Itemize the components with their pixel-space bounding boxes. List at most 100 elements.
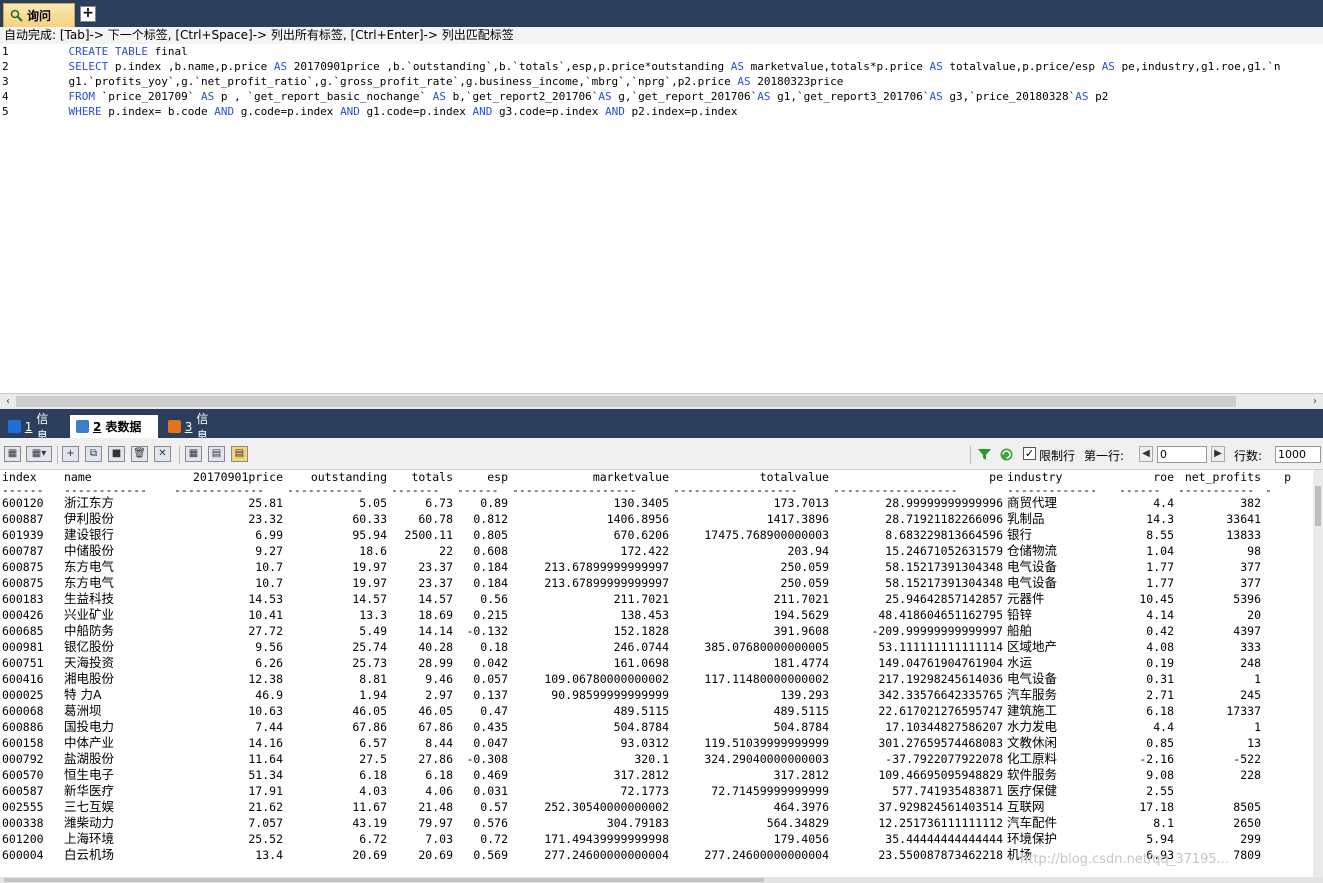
table-row[interactable]: 600068 葛洲坝 10.63 46.05 46.05 0.47 489.5115 489.… (0, 703, 1293, 719)
table-row[interactable]: 002555 三七互娱 21.62 11.67 21.48 0.57 252.3054000… (0, 799, 1293, 815)
table-cell[interactable]: 504.8784 (510, 719, 671, 735)
table-cell[interactable]: 27.72 (172, 623, 285, 639)
table-cell[interactable]: 27.5 (285, 751, 389, 767)
table-cell[interactable]: 0.047 (455, 735, 510, 751)
table-cell[interactable]: 246.0744 (510, 639, 671, 655)
table-cell[interactable]: 1 (1176, 671, 1263, 687)
tab-result-2[interactable]: 2 表数据 (70, 415, 158, 438)
table-cell[interactable]: 6.57 (285, 735, 389, 751)
grid-vertical-scrollbar[interactable] (1313, 470, 1323, 877)
table-cell[interactable]: 0.569 (455, 847, 510, 863)
table-cell[interactable]: 17.10344827586207 (831, 719, 1005, 735)
table-cell[interactable]: 0.805 (455, 527, 510, 543)
table-cell[interactable]: 水力发电 (1005, 719, 1117, 735)
table-cell[interactable]: 600587 (0, 783, 62, 799)
table-cell[interactable]: 72.1773 (510, 783, 671, 799)
table-cell[interactable]: 377 (1176, 559, 1263, 575)
table-cell[interactable]: 20.69 (285, 847, 389, 863)
scroll-thumb[interactable] (1315, 486, 1321, 526)
table-cell[interactable]: 35.44444444444444 (831, 831, 1005, 847)
table-cell[interactable]: 19.97 (285, 559, 389, 575)
table-cell[interactable]: 109.46695095948829 (831, 767, 1005, 783)
column-header[interactable]: pe (831, 470, 1005, 485)
table-cell[interactable]: 0.184 (455, 575, 510, 591)
table-cell[interactable]: 9.46 (389, 671, 455, 687)
code-line[interactable]: 3 g1.`profits_yoy`,g.`net_profit_ratio`,… (0, 74, 843, 89)
table-cell[interactable]: 商贸代理 (1005, 495, 1117, 511)
table-cell[interactable]: 250.059 (671, 559, 831, 575)
table-cell[interactable]: 250.059 (671, 575, 831, 591)
tab-result-3[interactable]: 3 信息 (162, 412, 226, 443)
table-cell[interactable]: 179.4056 (671, 831, 831, 847)
table-cell[interactable]: 14.53 (172, 591, 285, 607)
table-cell[interactable]: 新华医疗 (62, 783, 172, 799)
table-cell[interactable]: -522 (1176, 751, 1263, 767)
table-cell[interactable]: 93.0312 (510, 735, 671, 751)
table-cell[interactable]: 中船防务 (62, 623, 172, 639)
table-row[interactable]: 600787 中储股份 9.27 18.6 22 0.608 172.422 203.94 15… (0, 543, 1293, 559)
table-cell[interactable]: 228 (1176, 767, 1263, 783)
table-cell[interactable]: 0.057 (455, 671, 510, 687)
table-cell[interactable]: 4397 (1176, 623, 1263, 639)
table-cell[interactable]: 湘电股份 (62, 671, 172, 687)
code-line[interactable]: 1 CREATE TABLE final (0, 44, 188, 59)
table-cell[interactable]: 000025 (0, 687, 62, 703)
table-cell[interactable]: 13.3 (285, 607, 389, 623)
result-grid[interactable]: index name 20170901price outstanding totals e… (0, 470, 1313, 877)
table-cell[interactable]: 1.77 (1117, 559, 1176, 575)
table-cell[interactable]: 28.99 (389, 655, 455, 671)
save-icon[interactable]: ■ (108, 446, 125, 462)
table-cell[interactable]: 汽车服务 (1005, 687, 1117, 703)
table-cell[interactable]: 14.3 (1117, 511, 1176, 527)
table-cell[interactable]: 600416 (0, 671, 62, 687)
table-cell[interactable]: 0.18 (455, 639, 510, 655)
table-cell[interactable]: 17475.768900000003 (671, 527, 831, 543)
table-cell[interactable]: 194.5629 (671, 607, 831, 623)
column-header[interactable]: index (0, 470, 62, 485)
table-cell[interactable]: 0.57 (455, 799, 510, 815)
table-cell[interactable]: 149.04761904761904 (831, 655, 1005, 671)
table-cell[interactable]: 152.1828 (510, 623, 671, 639)
table-cell[interactable]: 0.137 (455, 687, 510, 703)
table-cell[interactable]: 301.27659574468083 (831, 735, 1005, 751)
table-cell[interactable]: 22.617021276595747 (831, 703, 1005, 719)
table-cell[interactable]: 600183 (0, 591, 62, 607)
table-cell[interactable]: 5.94 (1117, 831, 1176, 847)
table-cell[interactable]: 53.111111111111114 (831, 639, 1005, 655)
table-cell[interactable]: 6.18 (285, 767, 389, 783)
table-cell[interactable]: 14.57 (285, 591, 389, 607)
table-cell[interactable]: 0.31 (1117, 671, 1176, 687)
table-cell[interactable]: 23.550087873462218 (831, 847, 1005, 863)
table-cell[interactable]: 6.73 (389, 495, 455, 511)
table-cell[interactable]: 0.576 (455, 815, 510, 831)
delete-icon[interactable]: 🗑 (131, 446, 148, 462)
duplicate-row-icon[interactable]: ⧉ (85, 446, 102, 462)
table-row[interactable]: 000792 盐湖股份 11.64 27.5 27.86 -0.308 320.1 324.2… (0, 751, 1293, 767)
first-row-input[interactable] (1157, 446, 1207, 463)
table-cell[interactable]: 23.32 (172, 511, 285, 527)
table-cell[interactable]: 13.4 (172, 847, 285, 863)
table-cell[interactable]: 601200 (0, 831, 62, 847)
table-row[interactable]: 600120 浙江东方 25.81 5.05 6.73 0.89 130.3405 173.7… (0, 495, 1293, 511)
table-cell[interactable]: 5.05 (285, 495, 389, 511)
table-row[interactable]: 601200 上海环境 25.52 6.72 7.03 0.72 171.494399999… (0, 831, 1293, 847)
table-cell[interactable] (1176, 783, 1263, 799)
table-cell[interactable]: 医疗保健 (1005, 783, 1117, 799)
table-row[interactable]: 600751 天海投资 6.26 25.73 28.99 0.042 161.0698 181… (0, 655, 1293, 671)
table-cell[interactable]: 600787 (0, 543, 62, 559)
table-cell[interactable]: 15.24671052631579 (831, 543, 1005, 559)
column-header[interactable]: industry (1005, 470, 1117, 485)
table-cell[interactable]: 25.73 (285, 655, 389, 671)
table-cell[interactable]: 600886 (0, 719, 62, 735)
table-cell[interactable]: 8.1 (1117, 815, 1176, 831)
table-cell[interactable]: 213.67899999999997 (510, 575, 671, 591)
table-cell[interactable]: 建设银行 (62, 527, 172, 543)
table-cell[interactable]: 203.94 (671, 543, 831, 559)
table-cell[interactable]: 000426 (0, 607, 62, 623)
table-cell[interactable]: 317.2812 (671, 767, 831, 783)
table-cell[interactable]: 252.30540000000002 (510, 799, 671, 815)
table-row[interactable]: 600183 生益科技 14.53 14.57 14.57 0.56 211.7021 211… (0, 591, 1293, 607)
table-cell[interactable]: 仓储物流 (1005, 543, 1117, 559)
table-cell[interactable]: 17.91 (172, 783, 285, 799)
grid-horizontal-scrollbar[interactable] (0, 877, 1323, 883)
